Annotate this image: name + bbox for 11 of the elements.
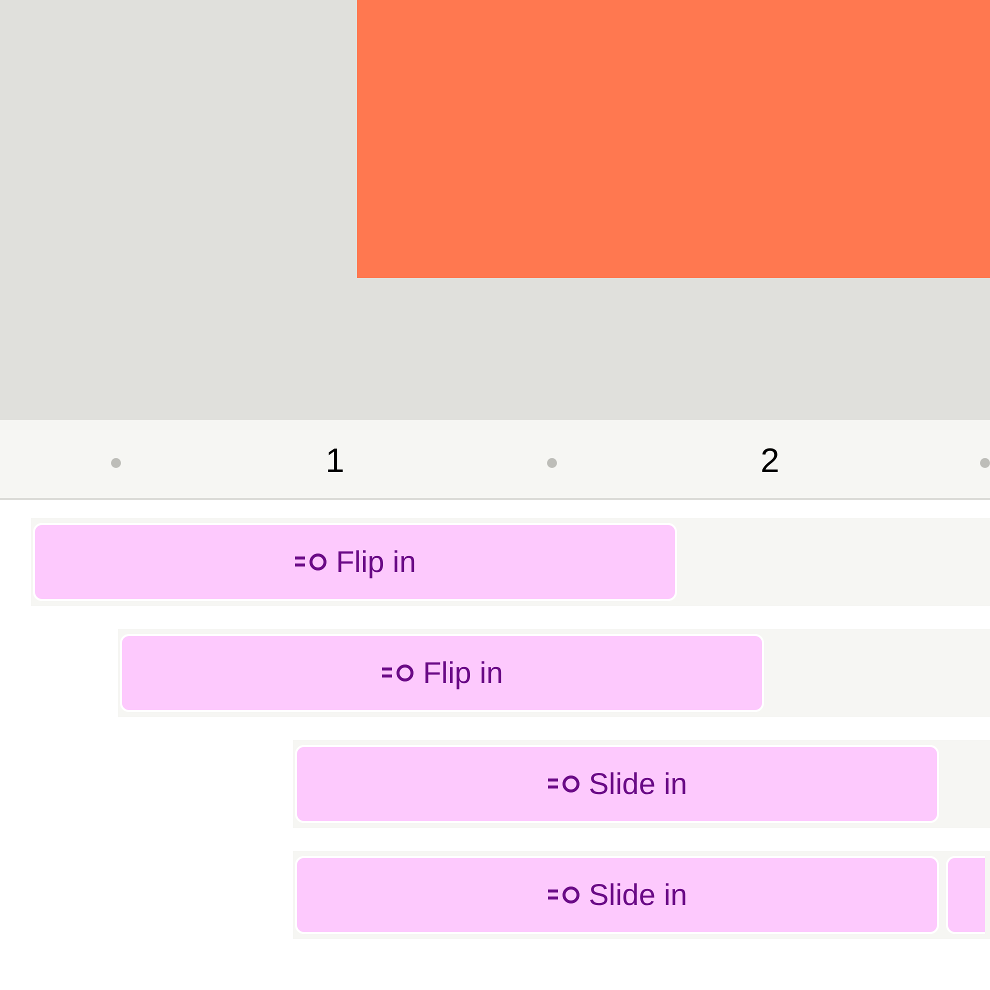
ruler-label: 1	[324, 444, 346, 478]
clip-label: Flip in	[422, 656, 504, 692]
clip-label: Slide in	[588, 766, 688, 802]
animation-clip[interactable]: Flip in	[120, 634, 764, 712]
animation-clip[interactable]: Slide in	[295, 745, 939, 823]
ruler-label: 2	[760, 444, 780, 478]
clip-label: Slide in	[588, 878, 688, 914]
clip-label: Flip in	[336, 544, 416, 580]
animation-clip[interactable]: Slide in	[295, 856, 939, 934]
animation-clip[interactable]	[946, 856, 985, 934]
animation-clip[interactable]: Flip in	[33, 523, 677, 601]
